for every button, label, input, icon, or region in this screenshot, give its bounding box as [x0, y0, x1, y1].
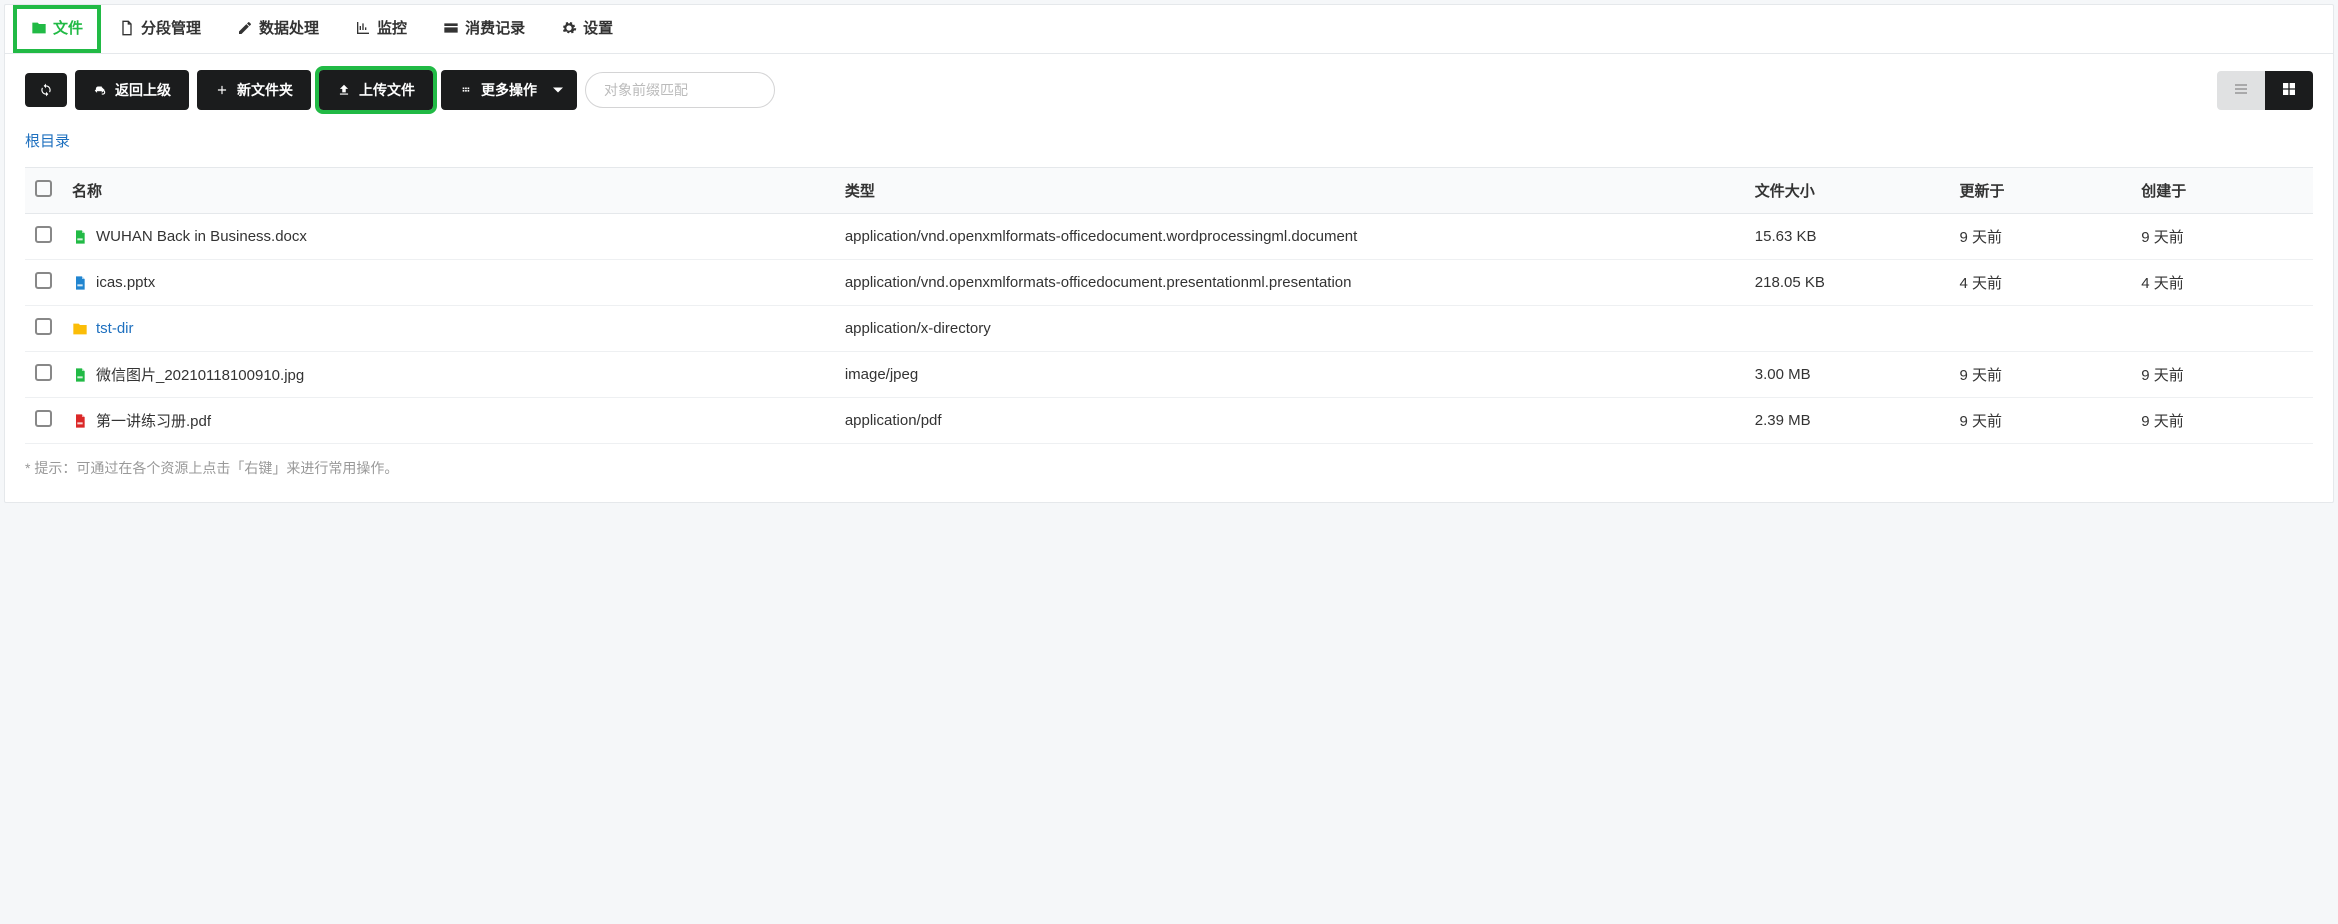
more-actions-button[interactable]: 更多操作 [441, 70, 577, 110]
table-row[interactable]: tst-dir application/x-directory [25, 306, 2313, 352]
file-updated: 9 天前 [1949, 352, 2131, 398]
refresh-icon [39, 83, 53, 97]
row-checkbox[interactable] [35, 226, 52, 243]
main-tabs: 文件 分段管理 数据处理 监控 消费记录 设置 [5, 5, 2333, 54]
row-checkbox[interactable] [35, 318, 52, 335]
file-icon [72, 274, 88, 292]
tab-card[interactable]: 消费记录 [425, 5, 543, 53]
file-created [2131, 306, 2313, 352]
edit-icon [237, 20, 253, 36]
chart-icon [355, 20, 371, 36]
breadcrumb-root[interactable]: 根目录 [25, 133, 70, 150]
file-updated: 9 天前 [1949, 214, 2131, 260]
view-grid-button[interactable] [2265, 71, 2313, 110]
row-checkbox[interactable] [35, 364, 52, 381]
col-created-header[interactable]: 创建于 [2131, 168, 2313, 214]
gear-icon [561, 20, 577, 36]
hint-text: * 提示：可通过在各个资源上点击「右键」来进行常用操作。 [5, 444, 2333, 502]
tab-label: 数据处理 [259, 17, 319, 38]
table-row[interactable]: 微信图片_20210118100910.jpg image/jpeg 3.00 … [25, 352, 2313, 398]
tab-label: 分段管理 [141, 17, 201, 38]
search-input[interactable] [585, 72, 775, 108]
upload-icon [337, 83, 351, 97]
file-table: 名称 类型 文件大小 更新于 创建于 WUHAN Back in Busines… [25, 167, 2313, 444]
file-icon [72, 228, 88, 246]
file-size: 15.63 KB [1745, 214, 1950, 260]
table-row[interactable]: icas.pptx application/vnd.openxmlformats… [25, 260, 2313, 306]
file-name: icas.pptx [96, 274, 155, 291]
tab-label: 设置 [583, 17, 613, 38]
view-list-button[interactable] [2217, 71, 2265, 110]
file-size: 2.39 MB [1745, 398, 1950, 444]
tab-label: 监控 [377, 17, 407, 38]
file-updated: 9 天前 [1949, 398, 2131, 444]
file-type: image/jpeg [835, 352, 1745, 398]
file-icon [72, 366, 88, 384]
file-type: application/x-directory [835, 306, 1745, 352]
tab-label: 文件 [53, 17, 83, 38]
back-button[interactable]: 返回上级 [75, 70, 189, 110]
file-name: 微信图片_20210118100910.jpg [96, 364, 304, 385]
more-label: 更多操作 [481, 80, 537, 100]
tab-chart[interactable]: 监控 [337, 5, 425, 53]
back-label: 返回上级 [115, 80, 171, 100]
upload-button[interactable]: 上传文件 [319, 70, 433, 110]
toolbar: 返回上级 新文件夹 上传文件 更多操作 [5, 54, 2333, 126]
col-name-header[interactable]: 名称 [62, 168, 835, 214]
document-icon [119, 20, 135, 36]
col-size-header[interactable]: 文件大小 [1745, 168, 1950, 214]
tab-gear[interactable]: 设置 [543, 5, 631, 53]
table-row[interactable]: WUHAN Back in Business.docx application/… [25, 214, 2313, 260]
select-all-checkbox[interactable] [35, 180, 52, 197]
card-icon [443, 20, 459, 36]
file-size: 218.05 KB [1745, 260, 1950, 306]
file-name: 第一讲练习册.pdf [96, 410, 211, 431]
plus-icon [215, 83, 229, 97]
file-type: application/vnd.openxmlformats-officedoc… [835, 260, 1745, 306]
row-checkbox[interactable] [35, 410, 52, 427]
view-toggle [2217, 71, 2313, 110]
col-updated-header[interactable]: 更新于 [1949, 168, 2131, 214]
new-folder-button[interactable]: 新文件夹 [197, 70, 311, 110]
grid-icon [2281, 81, 2297, 97]
file-updated [1949, 306, 2131, 352]
file-created: 9 天前 [2131, 214, 2313, 260]
row-checkbox[interactable] [35, 272, 52, 289]
file-size [1745, 306, 1950, 352]
file-size: 3.00 MB [1745, 352, 1950, 398]
file-name: WUHAN Back in Business.docx [96, 228, 307, 245]
file-name-link[interactable]: tst-dir [96, 320, 134, 337]
refresh-button[interactable] [25, 73, 67, 107]
breadcrumb: 根目录 [5, 126, 2333, 167]
file-type: application/pdf [835, 398, 1745, 444]
col-type-header[interactable]: 类型 [835, 168, 1745, 214]
new-folder-label: 新文件夹 [237, 80, 293, 100]
table-row[interactable]: 第一讲练习册.pdf application/pdf 2.39 MB 9 天前 … [25, 398, 2313, 444]
tab-edit[interactable]: 数据处理 [219, 5, 337, 53]
folder-icon [72, 320, 88, 338]
upload-label: 上传文件 [359, 80, 415, 100]
file-created: 4 天前 [2131, 260, 2313, 306]
tab-folder[interactable]: 文件 [13, 5, 101, 53]
tab-label: 消费记录 [465, 17, 525, 38]
file-created: 9 天前 [2131, 398, 2313, 444]
back-icon [93, 83, 107, 97]
list-icon [2233, 81, 2249, 97]
file-icon [72, 412, 88, 430]
tab-document[interactable]: 分段管理 [101, 5, 219, 53]
folder-icon [31, 20, 47, 36]
file-type: application/vnd.openxmlformats-officedoc… [835, 214, 1745, 260]
file-updated: 4 天前 [1949, 260, 2131, 306]
file-created: 9 天前 [2131, 352, 2313, 398]
grip-icon [459, 83, 473, 97]
col-checkbox [25, 168, 62, 214]
